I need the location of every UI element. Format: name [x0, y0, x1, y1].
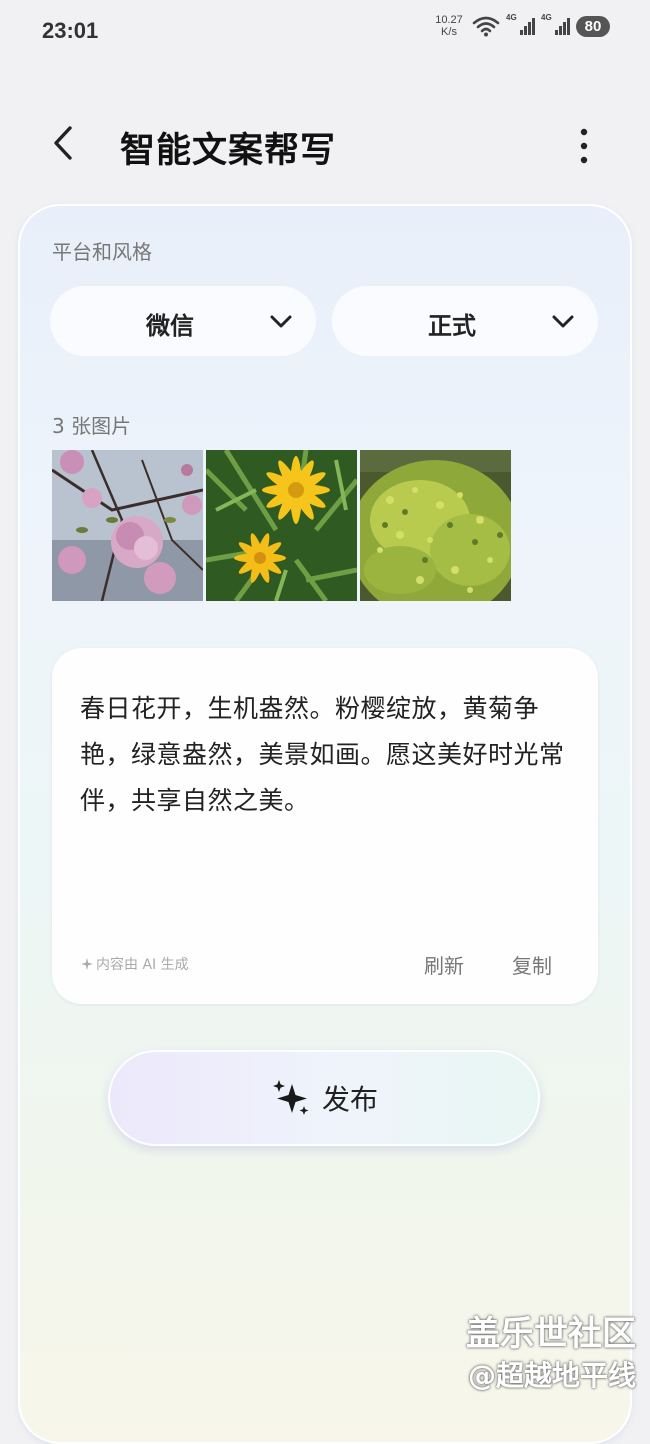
main-card: 平台和风格 微信 正式 3 张图片 春日花开，生机盎然。粉樱绽放，黄菊争艳，绿意…	[18, 204, 632, 1444]
photo-thumbnail-yellow-daisy[interactable]	[206, 450, 357, 601]
sparkle-icon	[81, 958, 93, 970]
ai-disclaimer-text: 内容由 AI 生成	[96, 957, 189, 973]
net-speed-unit: K/s	[441, 26, 457, 38]
wifi-icon	[472, 16, 500, 37]
more-vertical-icon	[580, 128, 588, 164]
signal-1-label: 4G	[506, 13, 517, 22]
signal-icon-1: 4G	[506, 13, 535, 35]
platform-dropdown[interactable]: 微信	[50, 286, 316, 356]
signal-2-label: 4G	[541, 13, 552, 22]
net-speed-value: 10.27	[435, 14, 463, 26]
cherry-blossom-photo	[52, 450, 203, 601]
photo-thumbnail-green-shrub[interactable]	[360, 450, 511, 601]
refresh-button[interactable]: 刷新	[424, 950, 464, 979]
photo-strip	[52, 450, 511, 601]
more-options-button[interactable]	[568, 122, 600, 168]
publish-label: 发布	[321, 1083, 378, 1116]
generated-caption[interactable]: 春日花开，生机盎然。粉樱绽放，黄菊争艳，绿意盎然，美景如画。愿这美好时光常伴，共…	[80, 686, 580, 824]
watermark-author: @超越地平线	[467, 1359, 636, 1392]
generated-text-box[interactable]: 春日花开，生机盎然。粉樱绽放，黄菊争艳，绿意盎然，美景如画。愿这美好时光常伴，共…	[52, 648, 598, 1004]
yellow-daisy-photo	[206, 450, 357, 601]
green-shrub-photo	[360, 450, 511, 601]
images-section-label: 3 张图片	[52, 414, 132, 438]
platform-dropdown-value: 微信	[146, 312, 194, 340]
watermark-title: 盖乐世社区	[466, 1314, 636, 1354]
app-header: 智能文案帮写	[0, 100, 650, 190]
status-bar: 23:01 10.27 K/s 4G 4G 80	[0, 0, 650, 66]
status-icons: 10.27 K/s 4G 4G 80	[432, 13, 610, 38]
back-button[interactable]	[44, 120, 86, 166]
style-dropdown[interactable]: 正式	[332, 286, 598, 356]
chevron-down-icon	[552, 315, 574, 328]
ai-disclaimer: 内容由 AI 生成	[80, 954, 189, 974]
style-dropdown-value: 正式	[428, 312, 476, 340]
photo-thumbnail-cherry-blossom[interactable]	[52, 450, 203, 601]
chevron-down-icon	[270, 315, 292, 328]
net-speed: 10.27 K/s	[432, 14, 466, 38]
signal-icon-2: 4G	[541, 13, 570, 35]
back-arrow-icon	[54, 126, 72, 160]
copy-button[interactable]: 复制	[512, 950, 552, 979]
page-title: 智能文案帮写	[120, 131, 337, 171]
platform-section-label: 平台和风格	[52, 240, 152, 264]
battery-indicator: 80	[576, 15, 610, 37]
sparkles-icon	[272, 1080, 309, 1115]
status-time: 23:01	[42, 18, 99, 43]
publish-button[interactable]: 发布	[108, 1050, 540, 1146]
